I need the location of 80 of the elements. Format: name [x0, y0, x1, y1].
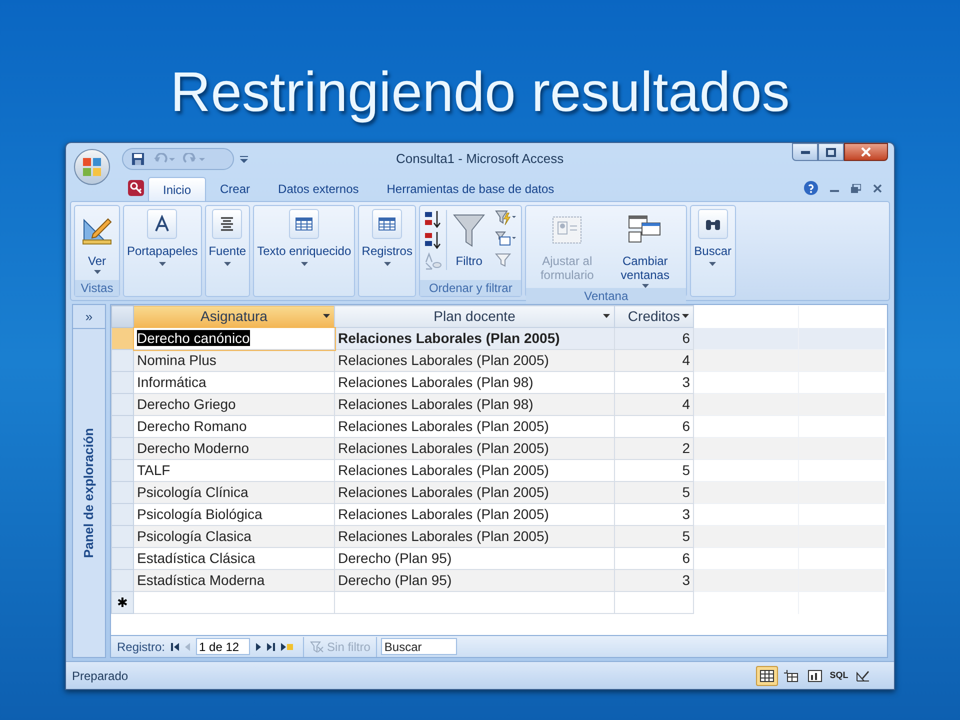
ribbon-button[interactable]: Cambiar ventanas	[608, 210, 682, 288]
last-record-icon	[267, 642, 276, 650]
column-header[interactable]: Plan docente	[334, 306, 614, 328]
design-view-icon	[856, 670, 870, 682]
no-filter-icon	[310, 640, 324, 652]
close-icon	[861, 147, 871, 157]
minimize-icon	[800, 150, 810, 154]
dropdown-caret-icon	[94, 270, 100, 274]
selected-cell-text[interactable]: Derecho canónico	[137, 330, 250, 346]
column-header[interactable]: Asignatura	[134, 306, 334, 328]
sort-ascending-icon[interactable]	[424, 210, 442, 228]
group-label: Ventana	[526, 288, 686, 304]
dropdown-arrow-icon[interactable]	[682, 314, 689, 318]
slide-title: Restringiendo resultados	[170, 59, 790, 125]
font-icon	[153, 215, 172, 233]
close-icon[interactable]	[873, 184, 882, 192]
table-cell: Estadística Moderna	[134, 570, 334, 592]
ribbon-button[interactable]: Texto enriquecido	[254, 206, 354, 280]
table-cell: Derecho (Plan 95)	[334, 570, 614, 592]
restore-icon[interactable]	[851, 184, 861, 192]
office-button[interactable]	[74, 149, 110, 185]
dropdown-arrow-icon[interactable]	[603, 314, 610, 318]
office-logo-icon	[82, 157, 102, 177]
ribbon-button[interactable]: Portapapeles	[124, 206, 201, 280]
funnel-icon[interactable]	[495, 252, 512, 268]
ribbon-button[interactable]: Registros	[359, 206, 416, 280]
search-field[interactable]: Buscar	[381, 638, 458, 655]
table-icon	[295, 215, 314, 233]
dropdown-caret-icon	[709, 262, 716, 266]
ribbon-button[interactable]: Buscar	[691, 206, 734, 280]
status-text: Preparado	[72, 668, 128, 684]
view-button[interactable]: SQL	[828, 666, 850, 686]
close-button[interactable]	[844, 143, 888, 161]
ribbon-button[interactable]: Fuente	[206, 206, 250, 280]
dropdown-caret-icon	[384, 262, 391, 266]
group-label: Ordenar y filtrar	[420, 280, 522, 296]
new-record-icon	[281, 642, 294, 650]
datasheet-view-icon	[760, 670, 774, 682]
ribbon-tab[interactable]: Crear	[206, 177, 264, 201]
form-icon	[551, 214, 584, 246]
ribbon-button[interactable]: Ver	[79, 210, 115, 274]
sort-descending-icon[interactable]	[424, 231, 442, 249]
ribbon-tab[interactable]: Datos externos	[264, 177, 373, 201]
table-icon	[378, 215, 396, 233]
maximize-icon	[826, 148, 836, 156]
window-title: Consulta1 - Microsoft Access	[396, 150, 564, 168]
previous-record-icon	[185, 642, 190, 650]
expand-pane-button[interactable]: »	[73, 305, 105, 329]
dropdown-caret-icon	[300, 262, 308, 266]
next-record-button[interactable]	[256, 642, 262, 650]
funnel-lightning-icon[interactable]	[495, 210, 518, 226]
column-header[interactable]: Creditos	[614, 306, 694, 328]
dropdown-caret-icon	[158, 262, 166, 266]
navigation-pane-title: Panel de exploración	[80, 428, 98, 558]
pivot-chart-icon	[808, 670, 822, 682]
view-button[interactable]	[756, 666, 778, 686]
ribbon-button[interactable]: Filtro	[451, 210, 488, 268]
funnel-icon	[453, 213, 486, 247]
minimize-button[interactable]	[792, 143, 818, 161]
record-label: Registro:	[117, 638, 166, 656]
filter-options-icon[interactable]	[495, 231, 518, 247]
first-record-button[interactable]	[171, 642, 180, 650]
dropdown-caret-icon	[224, 262, 231, 266]
maximize-button[interactable]	[818, 143, 844, 161]
new-record-marker: ✱	[112, 592, 134, 614]
record-position-field[interactable]: 1 de 12	[196, 638, 250, 655]
access-key-icon	[128, 180, 144, 196]
customize-toolbar-icon[interactable]	[240, 155, 248, 163]
group-label: Vistas	[75, 280, 119, 296]
table-cell: 3	[614, 570, 694, 592]
last-record-button[interactable]	[267, 642, 276, 650]
ribbon-tab[interactable]: Inicio	[148, 177, 206, 201]
first-record-icon	[171, 642, 180, 650]
ribbon-tab[interactable]: Herramientas de base de datos	[372, 177, 568, 201]
next-record-icon	[256, 642, 262, 650]
help-icon[interactable]	[804, 181, 818, 195]
pivot-table-icon	[784, 670, 798, 682]
save-icon[interactable]	[131, 152, 145, 166]
new-record-button[interactable]	[281, 642, 294, 650]
dropdown-arrow-icon[interactable]	[323, 314, 330, 318]
